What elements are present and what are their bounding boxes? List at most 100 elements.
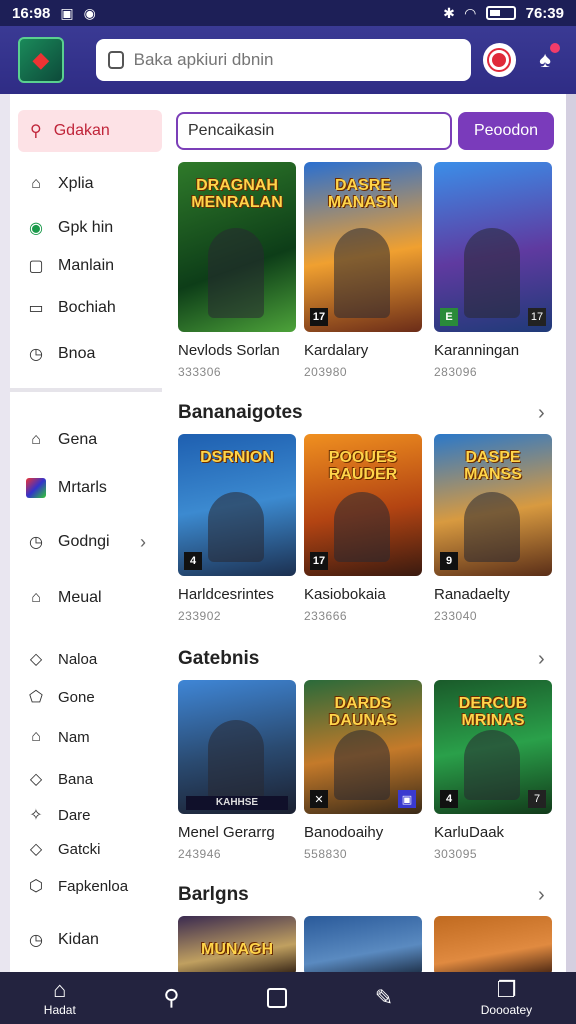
game-card[interactable]: DASPE MANSS 9 Ranadaelty 233040 [434, 434, 552, 623]
sidebar-item[interactable]: ◇ Naloa [10, 649, 97, 669]
game-thumbnail: DASRE MANASN 17 [304, 162, 422, 332]
chevron-right-icon[interactable]: › [538, 884, 545, 907]
search-input[interactable] [133, 50, 454, 70]
sidebar-item[interactable]: ◷ Kidan [10, 930, 99, 950]
sidebar-item[interactable]: ✧ Dare [10, 805, 90, 825]
rating-badge: 9 [440, 552, 458, 570]
sidebar-item[interactable]: ⌂ Meual [10, 588, 102, 608]
game-card[interactable] [434, 916, 552, 972]
sidebar-item[interactable]: ◇ Gatcki [10, 839, 101, 859]
chevron-right-icon[interactable]: › [538, 402, 545, 425]
game-title: Kasiobokaia [304, 586, 386, 603]
search-icon [107, 51, 124, 69]
sidebar-item-label: Naloa [58, 650, 98, 668]
game-thumbnail: DERCUB MRINAS 4 7 [434, 680, 552, 814]
sidebar-item-label: Bochiah [58, 299, 116, 316]
filter-input[interactable] [176, 112, 452, 150]
sidebar-item[interactable]: ▢ Manlain [10, 256, 114, 276]
game-thumbnail [434, 916, 552, 972]
chat-icon: ▭ [28, 300, 44, 317]
game-count: 233666 [304, 609, 348, 623]
thumbnail-title: DERCUB MRINAS [458, 695, 528, 729]
sidebar-item[interactable]: ◉ Gpk hin [10, 218, 113, 238]
sidebar-item-label: Fapkenloa [58, 877, 129, 895]
character-art [208, 228, 264, 318]
nav-home[interactable]: ⌂ Hadat [44, 979, 76, 1018]
game-card[interactable]: E 17 Karanningan 283096 [434, 162, 552, 379]
star-icon: ✧ [29, 807, 43, 824]
notifications-button[interactable]: ♠ [528, 43, 562, 77]
rating-badge-right: ▣ [398, 790, 416, 808]
nav-edit[interactable]: ✎ [375, 987, 393, 1009]
character-art [464, 492, 520, 562]
section-title: Gatebnis [178, 648, 260, 669]
chevron-right-icon[interactable]: › [538, 648, 545, 671]
game-card[interactable]: DSRNION 4 Harldcesrintes 233902 [178, 434, 296, 623]
search-bar[interactable] [95, 39, 471, 81]
game-card[interactable]: MUNAGH [178, 916, 296, 972]
sidebar-item-label: Kidan [58, 931, 99, 948]
sidebar-item-label: Bana [58, 770, 94, 788]
character-art [464, 228, 520, 318]
sidebar-item-label: Manlain [58, 257, 115, 274]
game-card[interactable] [304, 916, 422, 972]
sidebar-item-label: Meual [58, 589, 102, 606]
app-icon [26, 478, 46, 498]
game-card[interactable]: DARDS DAUNAS ✕ ▣ Banodoaihy 558830 [304, 680, 422, 861]
clock-icon: ◷ [29, 932, 43, 949]
sidebar-item[interactable]: ⌂ Xplia [10, 174, 94, 194]
record-button[interactable] [482, 43, 517, 77]
app-header: ◆ ♠ [0, 26, 576, 94]
game-count: 283096 [434, 365, 478, 379]
nav-window[interactable]: ❐ Doooatey [481, 979, 532, 1018]
sidebar-item[interactable]: ⌂ Gena [10, 430, 97, 450]
game-card[interactable]: DRAGNAH MENRALAN Nevlods Sorlan 333306 [178, 162, 296, 379]
scroll-edge [566, 94, 576, 972]
square-icon: ▢ [28, 258, 44, 275]
game-count: 333306 [178, 365, 222, 379]
notification-dot [550, 43, 560, 53]
game-thumbnail [304, 916, 422, 972]
game-card[interactable]: DASRE MANASN 17 Kardalary 203980 [304, 162, 422, 379]
game-title: Kardalary [304, 342, 369, 359]
thumbnail-title: DRAGNAH MENRALAN [191, 177, 283, 211]
record-icon [489, 50, 510, 70]
app-logo[interactable]: ◆ [18, 37, 64, 83]
game-count: 233902 [178, 609, 222, 623]
sidebar-item[interactable]: ⌂ Nam [10, 727, 90, 747]
nav-square[interactable] [267, 988, 288, 1008]
sidebar-item[interactable]: Mrtarls [10, 478, 107, 498]
sidebar-item[interactable]: ◷ Godngi [10, 532, 110, 552]
diamond-icon: ◇ [29, 771, 43, 788]
thumbnail-title: DASRE MANASN [327, 177, 399, 211]
sidebar-item-label: Xplia [58, 175, 94, 192]
status-time-right: 76:39 [525, 4, 564, 22]
search-icon: ⚲ [163, 985, 180, 1010]
game-thumbnail: DASPE MANSS 9 [434, 434, 552, 576]
filter-button[interactable]: Peoodon [458, 112, 554, 150]
sidebar-item[interactable]: ⬡ Fapkenloa [10, 876, 128, 896]
game-card[interactable]: KAHHSE Menel Gerarrg 243946 [178, 680, 296, 861]
diamond-icon: ◇ [29, 841, 43, 858]
sidebar-item[interactable]: ◷ Bnoa [10, 344, 95, 364]
sidebar: ⚲ Gdakan ⌂ Xplia ◉ Gpk hin ▢ Manlain ▭ Bochi… [10, 94, 170, 972]
sidebar-item[interactable]: ◇ Bana [10, 769, 93, 789]
game-card[interactable]: POOUES RAUDER 17 Kasiobokaia 233666 [304, 434, 422, 623]
chevron-right-icon[interactable]: › [140, 532, 146, 553]
shield-icon: ⬡ [29, 878, 43, 895]
game-thumbnail: DRAGNAH MENRALAN [178, 162, 296, 332]
sidebar-item[interactable]: ▭ Bochiah [10, 298, 116, 318]
character-art [208, 492, 264, 562]
game-thumbnail: KAHHSE [178, 680, 296, 814]
home-icon: ⌂ [31, 431, 41, 448]
rating-badge: ✕ [310, 790, 328, 808]
character-art [334, 228, 390, 318]
sidebar-item-label: Mrtarls [58, 479, 107, 496]
sidebar-item-label: Gena [58, 431, 98, 448]
nav-search[interactable]: ⚲ [163, 987, 179, 1009]
game-thumbnail: DSRNION 4 [178, 434, 296, 576]
character-art [208, 720, 264, 800]
sidebar-item[interactable]: ⬠ Gone [10, 687, 95, 707]
game-card[interactable]: DERCUB MRINAS 4 7 KarluDaak 303095 [434, 680, 552, 861]
sidebar-item-active[interactable]: ⚲ Gdakan [18, 110, 162, 152]
